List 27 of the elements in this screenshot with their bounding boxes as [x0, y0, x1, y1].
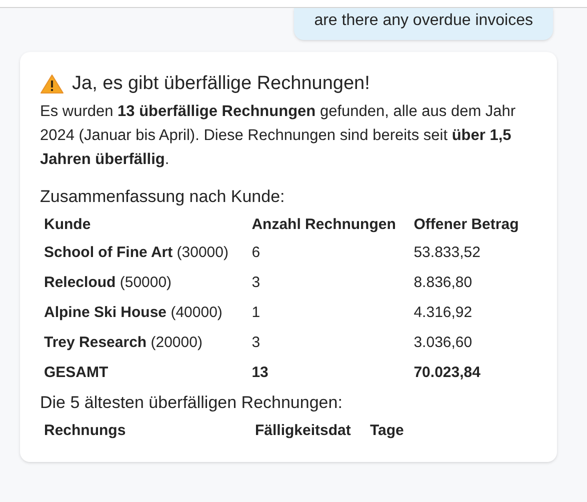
- column-header: Rechnungs: [44, 420, 127, 440]
- column-header: Tage: [370, 420, 405, 440]
- column-header: Offener Betrag: [414, 215, 520, 235]
- user-message: are there any overdue invoices: [294, 8, 553, 40]
- table-cell-text: School of Fine Art (30000): [44, 243, 230, 263]
- table-cell-text: 8.836,80: [414, 273, 474, 293]
- table-cell-text: Trey Research (20000): [44, 333, 204, 353]
- summary-heading: Zusammenfassung nach Kunde:: [40, 186, 286, 208]
- table-cell-text: 4.316,92: [414, 303, 474, 323]
- intro-text: Es wurden 13 überfällige Rechnungen gefunden, alle aus dem Jahr 2024 (Januar bis April). Diese Rechnungen sind bereits seit über 1,5 Jahren überfällig.: [40, 102, 517, 170]
- table-cell-text: 3: [252, 333, 262, 353]
- table-cell-text: 70.023,84: [414, 363, 482, 383]
- column-header: Fälligkeitsdat: [255, 420, 352, 440]
- warning-icon: [40, 74, 64, 94]
- table-cell-text: 3.036,60: [414, 333, 474, 353]
- table-cell-text: 13: [252, 363, 270, 383]
- column-header: Kunde: [44, 215, 92, 235]
- table-cell-text: 6: [252, 243, 262, 263]
- column-header: Anzahl Rechnungen: [252, 215, 397, 235]
- table-cell-text: 53.833,52: [414, 243, 482, 263]
- oldest-heading: Die 5 ältesten überfälligen Rechnungen:: [40, 392, 344, 414]
- table-cell-text: GESAMT: [44, 363, 110, 383]
- table-cell-text: Alpine Ski House (40000): [44, 303, 224, 323]
- table-cell-text: Relecloud (50000): [44, 273, 173, 293]
- answer-title: Ja, es gibt überfällige Rechnungen!: [72, 72, 370, 96]
- table-cell-text: 3: [252, 273, 262, 293]
- table-cell-text: 1: [252, 303, 262, 323]
